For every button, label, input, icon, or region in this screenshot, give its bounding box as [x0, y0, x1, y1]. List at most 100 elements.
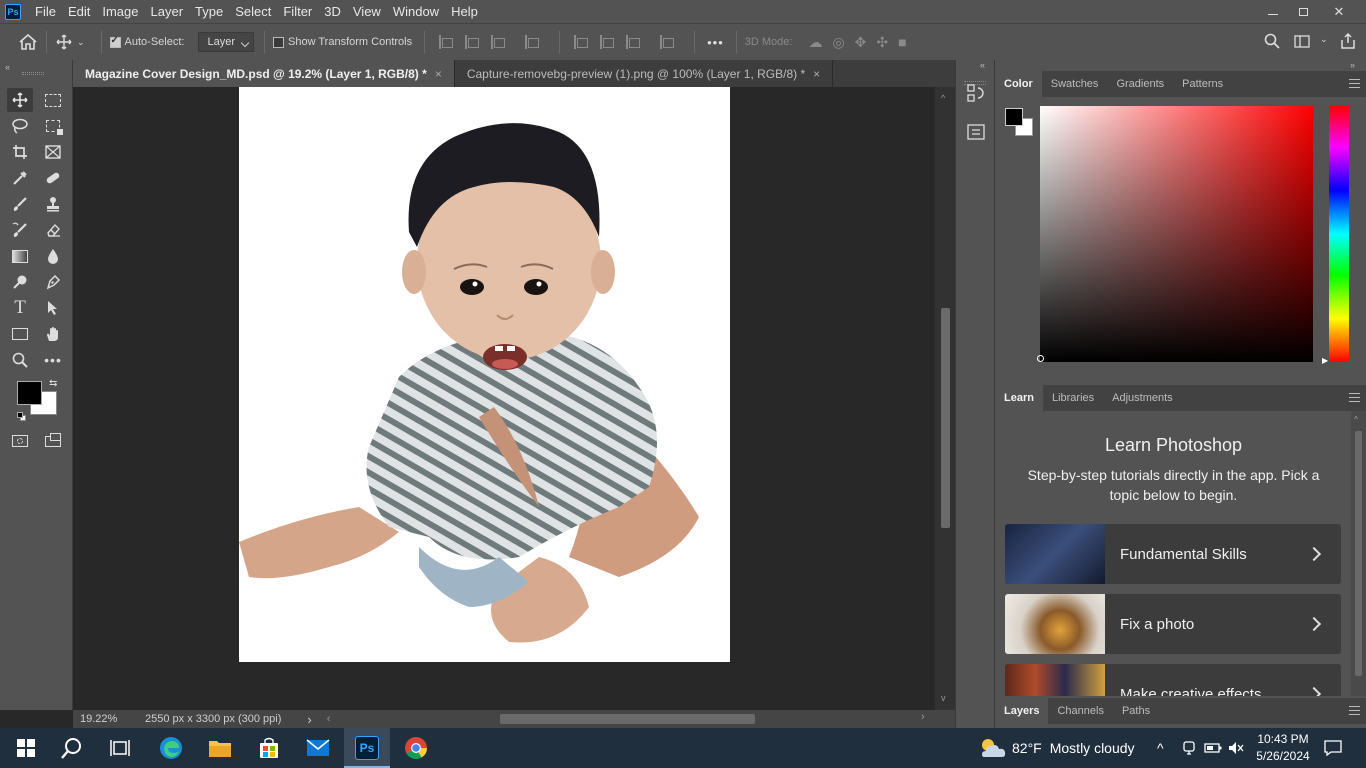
menu-layer[interactable]: Layer	[145, 0, 190, 23]
menu-help[interactable]: Help	[445, 0, 484, 23]
healing-brush-tool-icon[interactable]	[40, 166, 66, 190]
type-tool-icon[interactable]: T	[7, 296, 33, 320]
show-transform-controls-checkbox[interactable]	[273, 36, 284, 48]
windows-start-icon[interactable]	[12, 734, 40, 762]
menu-window[interactable]: Window	[387, 0, 445, 23]
weather-widget[interactable]: 82°F Mostly cloudy	[978, 728, 1135, 768]
more-options-button[interactable]: •••	[707, 35, 724, 50]
close-tab-icon[interactable]: ×	[813, 67, 820, 81]
share-icon[interactable]	[1340, 33, 1356, 49]
menu-type[interactable]: Type	[189, 0, 229, 23]
zoom-tool-icon[interactable]	[7, 348, 33, 372]
distribute-vertical-icon[interactable]	[660, 35, 675, 49]
quick-mask-icon[interactable]	[7, 429, 33, 453]
document-canvas[interactable]	[239, 87, 730, 662]
auto-select-target-dropdown[interactable]: Layer	[198, 32, 254, 52]
object-selection-tool-icon[interactable]	[40, 114, 66, 138]
rectangle-tool-icon[interactable]	[7, 322, 33, 346]
collapse-toolbar-icon[interactable]: «	[5, 62, 10, 72]
vertical-scrollbar[interactable]: ^ v	[935, 87, 955, 710]
marquee-tool-icon[interactable]	[40, 88, 66, 112]
eraser-tool-icon[interactable]	[40, 218, 66, 242]
color-field[interactable]	[1037, 106, 1313, 362]
scroll-down-icon[interactable]: v	[941, 693, 946, 703]
menu-image[interactable]: Image	[96, 0, 144, 23]
learn-card-fix-a-photo[interactable]: Fix a photo	[1005, 594, 1341, 654]
path-selection-tool-icon[interactable]	[40, 296, 66, 320]
workspace-icon[interactable]	[1294, 35, 1310, 48]
close-tab-icon[interactable]: ×	[435, 67, 442, 81]
tab-capture-removebg[interactable]: Capture-removebg-preview (1).png @ 100% …	[455, 60, 834, 87]
scroll-left-icon[interactable]: ‹	[327, 713, 331, 725]
move-tool-icon[interactable]	[55, 33, 73, 51]
task-view-icon[interactable]	[106, 734, 134, 762]
tab-patterns[interactable]: Patterns	[1173, 71, 1232, 97]
workspace-chevron-icon[interactable]: ⌄	[1320, 34, 1328, 45]
color-panel-menu-icon[interactable]	[1349, 79, 1360, 88]
canvas-area[interactable]	[73, 87, 935, 710]
notifications-icon[interactable]	[1324, 728, 1342, 768]
frame-tool-icon[interactable]	[40, 140, 66, 164]
color-panel-swatches[interactable]	[1005, 108, 1035, 138]
toolbar-grip[interactable]	[22, 72, 44, 75]
search-icon[interactable]	[1264, 33, 1280, 49]
microsoft-store-icon[interactable]	[255, 734, 283, 762]
layers-panel-menu-icon[interactable]	[1349, 706, 1360, 715]
horizontal-scroll-thumb[interactable]	[500, 714, 755, 724]
hand-tool-icon[interactable]	[40, 322, 66, 346]
learn-card-fundamental-skills[interactable]: Fundamental Skills	[1005, 524, 1341, 584]
expand-panels-icon[interactable]: »	[1350, 60, 1355, 70]
align-bottom-icon[interactable]	[626, 35, 641, 49]
distribute-icon[interactable]	[525, 35, 540, 49]
tab-channels[interactable]: Channels	[1048, 698, 1112, 724]
menu-file[interactable]: File	[29, 0, 62, 23]
align-left-icon[interactable]	[439, 35, 454, 49]
pen-tool-icon[interactable]	[40, 270, 66, 294]
tab-libraries[interactable]: Libraries	[1043, 385, 1103, 411]
tab-layers[interactable]: Layers	[995, 698, 1049, 724]
crop-tool-icon[interactable]	[7, 140, 33, 164]
blur-tool-icon[interactable]	[40, 244, 66, 268]
close-window-button[interactable]: ✕	[1324, 0, 1354, 23]
color-picker-cursor[interactable]	[1037, 355, 1044, 362]
mail-icon[interactable]	[304, 734, 332, 762]
edit-toolbar-icon[interactable]: •••	[40, 348, 66, 372]
file-explorer-icon[interactable]	[206, 734, 234, 762]
status-menu-arrow[interactable]: ›	[307, 712, 311, 727]
menu-3d[interactable]: 3D	[318, 0, 347, 23]
screen-mode-icon[interactable]	[40, 429, 66, 453]
learn-scrollbar[interactable]: ^	[1351, 411, 1366, 696]
menu-filter[interactable]: Filter	[277, 0, 318, 23]
align-right-icon[interactable]	[491, 35, 506, 49]
align-middle-icon[interactable]	[600, 35, 615, 49]
scroll-right-icon[interactable]: ›	[921, 711, 925, 723]
hue-slider-handle[interactable]: ▶	[1322, 356, 1328, 365]
clone-stamp-tool-icon[interactable]	[40, 192, 66, 216]
learn-scroll-thumb[interactable]	[1355, 431, 1362, 676]
learn-scroll-up-icon[interactable]: ^	[1354, 415, 1358, 424]
menu-select[interactable]: Select	[229, 0, 277, 23]
tab-swatches[interactable]: Swatches	[1042, 71, 1108, 97]
meet-now-icon[interactable]	[1182, 728, 1196, 768]
zoom-level[interactable]: 19.22%	[80, 713, 135, 725]
learn-panel-menu-icon[interactable]	[1349, 393, 1360, 402]
brush-tool-icon[interactable]	[7, 192, 33, 216]
default-colors-icon[interactable]	[17, 412, 26, 421]
home-icon[interactable]	[18, 32, 38, 52]
edge-icon[interactable]	[157, 734, 185, 762]
collapse-panels-icon[interactable]: «	[980, 60, 985, 70]
minimize-button[interactable]	[1258, 0, 1288, 23]
menu-edit[interactable]: Edit	[62, 0, 96, 23]
lasso-tool-icon[interactable]	[7, 114, 33, 138]
foreground-color-chip[interactable]	[1005, 108, 1023, 126]
properties-panel-icon[interactable]	[967, 123, 985, 144]
align-center-icon[interactable]	[465, 35, 480, 49]
tool-preset-chevron-icon[interactable]: ⌄	[77, 37, 85, 48]
menu-view[interactable]: View	[347, 0, 387, 23]
battery-icon[interactable]	[1204, 728, 1222, 768]
restore-button[interactable]	[1288, 0, 1318, 23]
history-panel-icon[interactable]	[967, 84, 985, 105]
tab-learn[interactable]: Learn	[995, 385, 1043, 411]
swap-colors-icon[interactable]: ⇆	[49, 378, 57, 389]
tab-adjustments[interactable]: Adjustments	[1103, 385, 1182, 411]
